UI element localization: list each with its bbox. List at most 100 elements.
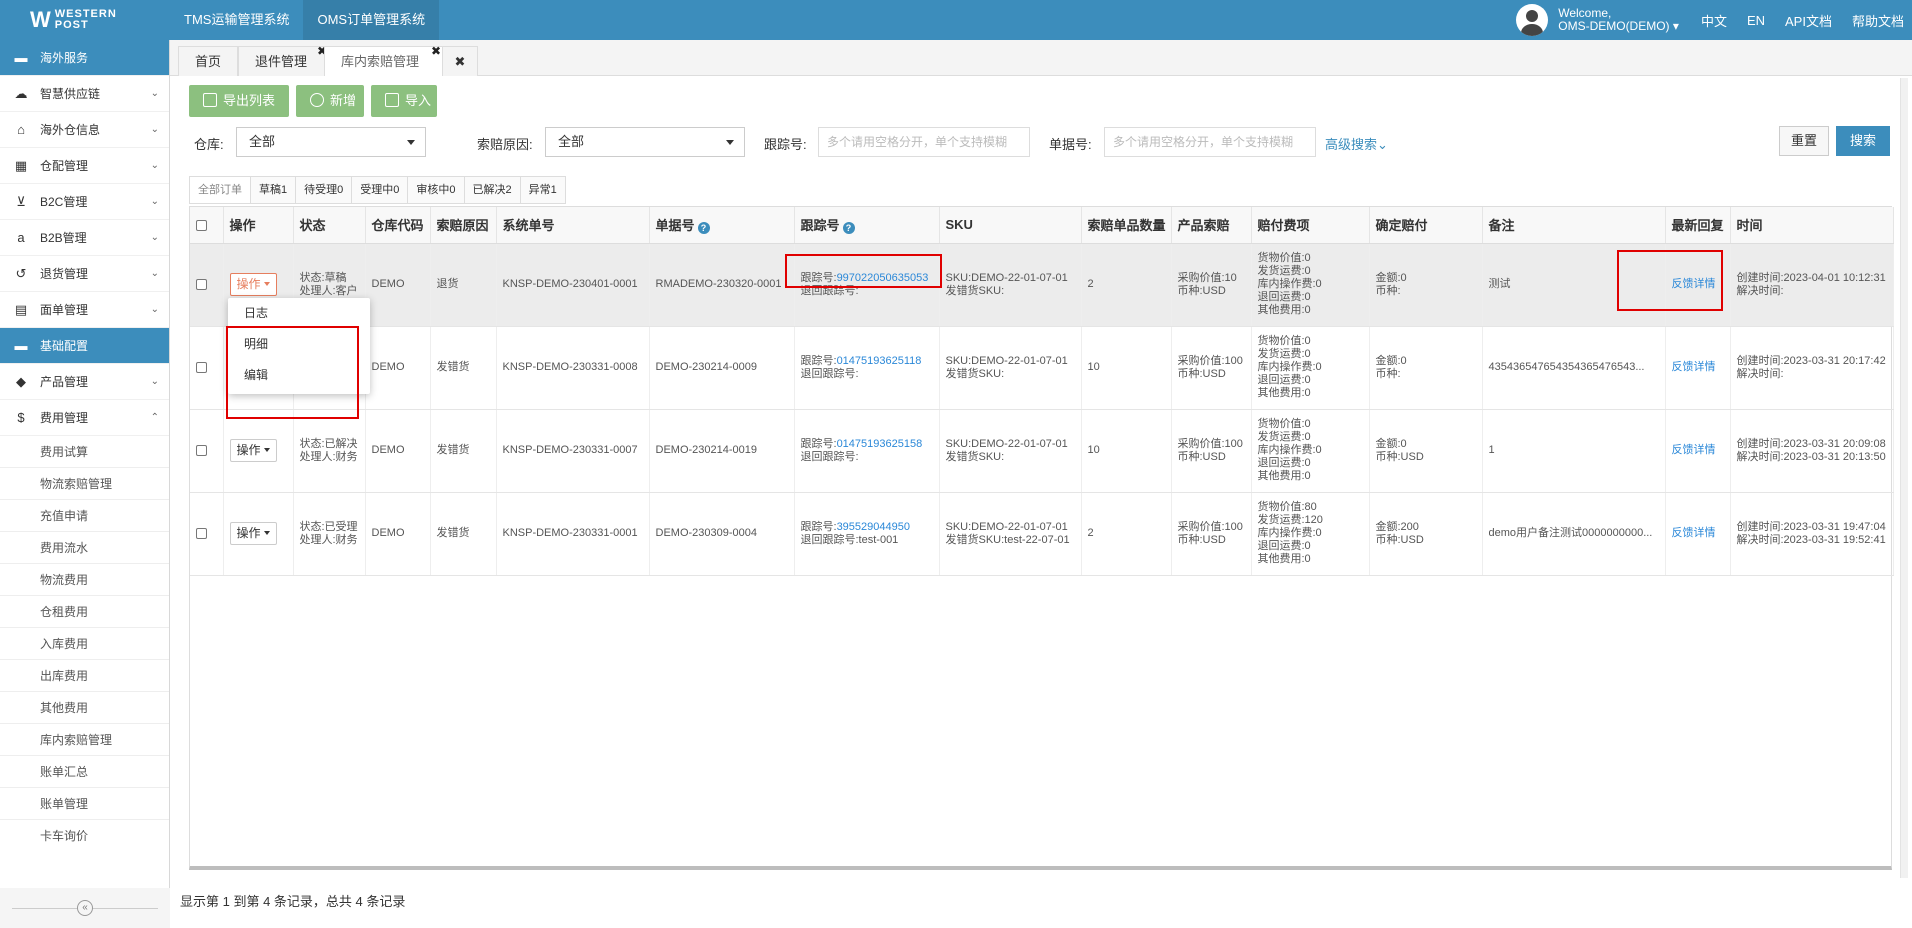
sku-text: SKU:DEMO-22-01-07-01 <box>945 437 1068 450</box>
user-name: OMS-DEMO(DEMO) <box>1558 19 1670 33</box>
sidebar-sub-outbound-fee[interactable]: 出库费用 <box>0 660 169 692</box>
tab-reviewing[interactable]: 审核中0 <box>408 176 465 204</box>
tab-all-orders[interactable]: 全部订单 <box>189 176 251 204</box>
row-checkbox[interactable] <box>196 527 207 539</box>
sidebar-item-returns[interactable]: ↺ 退货管理 ⌄ <box>0 256 169 292</box>
api-doc-link[interactable]: API文档 <box>1785 11 1832 30</box>
tracking-link[interactable]: 01475193625118 <box>837 355 922 367</box>
collapse-sidebar-icon[interactable]: « <box>77 900 93 916</box>
sidebar-sub-truck-inquiry[interactable]: 卡车询价 <box>0 820 169 852</box>
advanced-search-link[interactable]: 高级搜索⌄ <box>1325 134 1388 153</box>
sidebar-item-warehouse-info[interactable]: ⌂ 海外仓信息 ⌄ <box>0 112 169 148</box>
warehouse-select[interactable]: 全部 <box>236 127 426 157</box>
help-icon[interactable]: ? <box>697 222 710 235</box>
sidebar-sub-storage-fee[interactable]: 仓租费用 <box>0 596 169 628</box>
button-label: 新增 <box>330 93 357 108</box>
user-menu[interactable]: Welcome, OMS-DEMO(DEMO) ▾ <box>1558 7 1679 33</box>
remark-cell: demo用户备注测试0000000000... <box>1482 492 1666 576</box>
operation-dropdown-button[interactable]: 操作 <box>229 522 277 545</box>
sidebar-sub-logistics-claims[interactable]: 物流索赔管理 <box>0 468 169 500</box>
sidebar-item-label: B2C管理 <box>40 195 88 209</box>
sidebar-item-base-config[interactable]: ▬ 基础配置 <box>0 328 169 364</box>
sidebar-item-b2b[interactable]: a B2B管理 ⌄ <box>0 220 169 256</box>
sidebar-item-products[interactable]: ◆ 产品管理 ⌄ <box>0 364 169 400</box>
sidebar-sub-inbound-fee[interactable]: 入库费用 <box>0 628 169 660</box>
reset-button[interactable]: 重置 <box>1779 126 1829 156</box>
column-header: 最新回复 <box>1665 207 1731 244</box>
column-header: 备注 <box>1482 207 1666 244</box>
sidebar-item-overseas-service[interactable]: ▬ 海外服务 <box>0 40 169 76</box>
fee-line: 退回运费:0 <box>1257 291 1311 303</box>
sidebar-sub-fee-flow[interactable]: 费用流水 <box>0 532 169 564</box>
tab-pending[interactable]: 待受理0 <box>296 176 353 204</box>
tab-warehouse-claims[interactable]: 库内索赔管理 ✖ <box>324 44 445 76</box>
sidebar-sub-bill-manage[interactable]: 账单管理 <box>0 788 169 820</box>
button-label: 导入 <box>405 93 432 108</box>
amount-text: 金额:0 <box>1375 354 1407 367</box>
tab-home[interactable]: 首页 <box>178 46 239 76</box>
tab-abnormal[interactable]: 异常1 <box>520 176 566 204</box>
sidebar-item-fees[interactable]: $ 费用管理 ⌃ <box>0 400 169 436</box>
tracking-link[interactable]: 01475193625158 <box>837 438 923 450</box>
select-value: 全部 <box>558 134 585 149</box>
amount-text: 金额:0 <box>1375 271 1407 284</box>
menu-item-log[interactable]: 日志 <box>228 298 370 329</box>
export-list-button[interactable]: 导出列表 <box>189 85 289 117</box>
tracking-input[interactable]: 多个请用空格分开，单个支持模糊 <box>818 127 1030 157</box>
sidebar-sub-warehouse-claims[interactable]: 库内索赔管理 <box>0 724 169 756</box>
sidebar-item-fulfillment[interactable]: ▦ 仓配管理 ⌄ <box>0 148 169 184</box>
user-avatar-icon[interactable] <box>1516 4 1549 36</box>
tab-returns[interactable]: 退件管理 ✖ <box>238 44 331 76</box>
sidebar-sub-fee-trial[interactable]: 费用试算 <box>0 436 169 468</box>
op-cell: 操作 <box>223 492 294 576</box>
feedback-detail-link[interactable]: 反馈详情 <box>1672 444 1716 456</box>
row-checkbox[interactable] <box>196 444 207 456</box>
add-button[interactable]: 新增 <box>296 85 364 117</box>
sidebar-sub-logistics-fee[interactable]: 物流费用 <box>0 564 169 596</box>
row-checkbox[interactable] <box>196 278 207 290</box>
column-header: 操作 <box>223 207 294 244</box>
column-header: 系统单号 <box>496 207 650 244</box>
close-all-tabs-icon[interactable]: ✖ <box>442 46 478 76</box>
plus-circle-icon <box>310 93 324 107</box>
sidebar-item-labels[interactable]: ▤ 面单管理 ⌄ <box>0 292 169 328</box>
order-no-cell: DEMO-230214-0009 <box>649 326 795 410</box>
wrong-sku-text: 发错货SKU:test-22-07-01 <box>945 533 1070 546</box>
import-icon <box>385 93 399 107</box>
row-checkbox[interactable] <box>196 361 207 373</box>
select-value: 全部 <box>249 134 276 149</box>
system-tab-tms[interactable]: TMS运输管理系统 <box>170 0 303 40</box>
search-button[interactable]: 搜索 <box>1836 126 1890 156</box>
lang-zh-link[interactable]: 中文 <box>1701 11 1727 30</box>
lang-en-link[interactable]: EN <box>1747 13 1765 28</box>
tab-resolved[interactable]: 已解决2 <box>464 176 521 204</box>
tab-processing[interactable]: 受理中0 <box>352 176 409 204</box>
select-all-checkbox[interactable] <box>196 220 207 232</box>
operation-dropdown-button[interactable]: 操作 <box>229 273 277 296</box>
close-tab-icon[interactable]: ✖ <box>431 37 441 66</box>
feedback-detail-link[interactable]: 反馈详情 <box>1672 527 1716 539</box>
brand-logo[interactable]: W WESTERN POST <box>0 0 170 40</box>
import-button[interactable]: 导入 <box>371 85 437 117</box>
sidebar-collapse-bar: « <box>0 888 170 928</box>
system-tab-oms[interactable]: OMS订单管理系统 <box>303 0 440 40</box>
help-icon[interactable]: ? <box>842 222 855 235</box>
product-claim-cell: 采购价值:100 币种:USD <box>1171 409 1252 493</box>
sidebar-item-b2c[interactable]: ⊻ B2C管理 ⌄ <box>0 184 169 220</box>
page-scrollbar[interactable] <box>1900 78 1908 878</box>
sidebar-sub-other-fee[interactable]: 其他费用 <box>0 692 169 724</box>
sidebar-sub-recharge[interactable]: 充值申请 <box>0 500 169 532</box>
tracking-link[interactable]: 395529044950 <box>837 521 910 533</box>
sidebar-sub-bill-summary[interactable]: 账单汇总 <box>0 756 169 788</box>
claim-reason-select[interactable]: 全部 <box>545 127 745 157</box>
order-no-input[interactable]: 多个请用空格分开，单个支持模糊 <box>1104 127 1316 157</box>
tab-draft[interactable]: 草稿1 <box>251 176 297 204</box>
help-doc-link[interactable]: 帮助文档 <box>1852 11 1904 30</box>
feedback-detail-link[interactable]: 反馈详情 <box>1672 361 1716 373</box>
chevron-down-icon: ⌄ <box>150 88 159 99</box>
sidebar-item-smart-supply[interactable]: ☁ 智慧供应链 ⌄ <box>0 76 169 112</box>
sidebar-item-label: 退货管理 <box>40 267 89 281</box>
operation-dropdown-button[interactable]: 操作 <box>229 439 277 462</box>
sku-text: SKU:DEMO-22-01-07-01 <box>945 271 1068 284</box>
purchase-value-text: 采购价值:100 <box>1177 520 1243 533</box>
